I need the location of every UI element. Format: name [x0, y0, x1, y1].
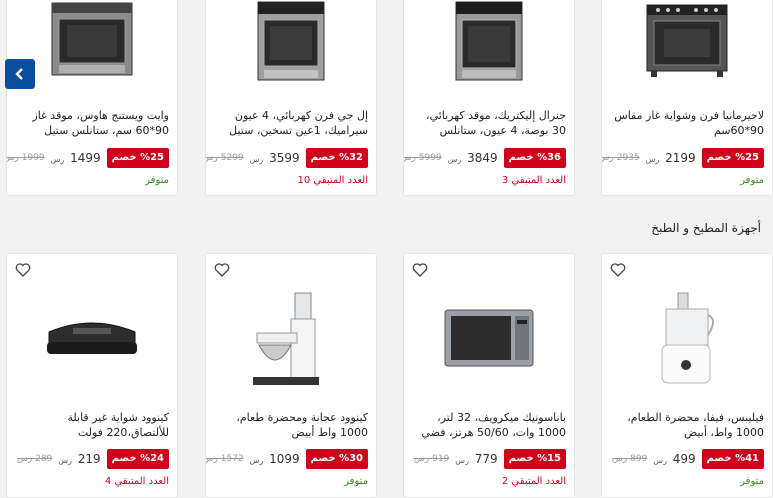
current-price: 499 رس — [653, 452, 696, 466]
discount-badge: %32 خصم — [305, 148, 368, 168]
food-processor-icon — [661, 292, 714, 384]
stand-mixer-icon — [253, 292, 319, 385]
old-price: 919 رس — [413, 454, 450, 464]
discount-badge: %25 خصم — [106, 148, 169, 168]
product-image[interactable] — [404, 1, 574, 81]
product-title[interactable]: كينوود شواية غير قابلة للألتصاق،220 فولت — [15, 410, 169, 442]
product-image[interactable] — [404, 284, 574, 394]
old-price: 1999 رس — [7, 153, 45, 163]
discount-badge: %41 خصم — [701, 449, 764, 469]
old-price: 5999 رس — [404, 153, 442, 163]
product-row-kitchen: فيليبس، فيفا، محضرة الطعام، 1000 واط، أب… — [0, 250, 773, 498]
discount-badge: %25 خصم — [701, 148, 764, 168]
discount-badge: %24 خصم — [106, 449, 169, 469]
ceramic-range-icon — [257, 1, 325, 81]
product-image[interactable] — [602, 284, 772, 394]
current-price: 779 رس — [455, 452, 498, 466]
product-title[interactable]: فيليبس، فيفا، محضرة الطعام، 1000 واط، أب… — [610, 410, 764, 442]
price-row: %36 خصم 3849 رس 5999 رس — [404, 147, 566, 169]
product-card[interactable]: وايت ويستنج هاوس، موقد غاز 90*60 سم، ستا… — [6, 0, 178, 196]
discount-badge: %15 خصم — [503, 449, 566, 469]
gas-range-icon — [646, 4, 728, 77]
price-row: %30 خصم 1099 رس 1572 رس — [206, 448, 368, 470]
product-title[interactable]: وايت ويستنج هاوس، موقد غاز 90*60 سم، ستا… — [15, 108, 169, 140]
stock-status: متوفر — [145, 175, 169, 186]
product-card[interactable]: إل جي فرن كهربائي، 4 عيون سيراميك، 1عين … — [205, 0, 377, 196]
current-price: 219 رس — [58, 452, 101, 466]
microwave-icon — [444, 309, 534, 367]
product-title[interactable]: باناسونيك ميكرويف، 32 لتر، 1000 وات، 50/… — [412, 410, 567, 442]
product-card[interactable]: باناسونيك ميكرويف، 32 لتر، 1000 وات، 50/… — [403, 253, 575, 498]
remaining-count: العدد المتبقي 2 — [501, 476, 566, 487]
product-card[interactable]: فيليبس، فيفا، محضرة الطعام، 1000 واط، أب… — [601, 253, 773, 498]
discount-badge: %30 خصم — [305, 449, 368, 469]
stock-status: متوفر — [740, 175, 764, 186]
electric-range-icon — [455, 1, 523, 81]
carousel-prev-button[interactable] — [5, 59, 35, 89]
price-row: %32 خصم 3599 رس 5299 رس — [206, 147, 368, 169]
price-row: %41 خصم 499 رس 899 رس — [610, 448, 764, 470]
current-price: 1099 رس — [249, 452, 300, 466]
product-card[interactable]: كينوود شواية غير قابلة للألتصاق،220 فولت… — [6, 253, 178, 498]
heart-icon[interactable] — [610, 262, 626, 278]
product-image[interactable] — [206, 284, 376, 394]
current-price: 2199 رس — [645, 151, 696, 165]
old-price: 5299 رس — [206, 153, 244, 163]
product-row-ovens: لاجيرمانيا فرن وشواية غاز مقاس 90*60سم %… — [0, 0, 773, 200]
product-title[interactable]: إل جي فرن كهربائي، 4 عيون سيراميك، 1عين … — [214, 108, 368, 140]
price-row: %25 خصم 1499 رس 1999 رس — [7, 147, 169, 169]
heart-icon[interactable] — [412, 262, 428, 278]
discount-badge: %36 خصم — [503, 148, 566, 168]
gas-stove-icon — [51, 2, 133, 76]
electric-grill-icon — [47, 322, 137, 354]
chevron-left-icon — [15, 68, 23, 80]
remaining-count: العدد المتبقي 4 — [104, 476, 169, 487]
price-row: %25 خصم 2199 رس 2935 رس — [602, 147, 764, 169]
product-card[interactable]: كينوود عجانة ومحضرة طعام، 1000 واط أبيض … — [205, 253, 377, 498]
product-image[interactable] — [7, 284, 177, 394]
remaining-count: العدد المتبقي 3 — [501, 175, 566, 186]
price-row: %24 خصم 219 رس 289 رس — [15, 448, 169, 470]
product-title[interactable]: كينوود عجانة ومحضرة طعام، 1000 واط أبيض — [214, 410, 368, 442]
product-title[interactable]: جنرال إليكتريك، موقد كهربائي، 30 بوصة، 4… — [412, 108, 566, 140]
old-price: 2935 رس — [602, 153, 640, 163]
current-price: 3599 رس — [249, 151, 300, 165]
heart-icon[interactable] — [15, 262, 31, 278]
product-card[interactable]: جنرال إليكتريك، موقد كهربائي، 30 بوصة، 4… — [403, 0, 575, 196]
stock-status: متوفر — [344, 476, 368, 487]
remaining-count: العدد المتبقي 10 — [297, 175, 368, 186]
old-price: 289 رس — [16, 454, 53, 464]
product-card[interactable]: لاجيرمانيا فرن وشواية غاز مقاس 90*60سم %… — [601, 0, 773, 196]
product-title[interactable]: لاجيرمانيا فرن وشواية غاز مقاس 90*60سم — [610, 108, 764, 140]
product-image[interactable] — [206, 1, 376, 81]
heart-icon[interactable] — [214, 262, 230, 278]
price-row: %15 خصم 779 رس 919 رس — [412, 448, 566, 470]
current-price: 1499 رس — [50, 151, 101, 165]
current-price: 3849 رس — [447, 151, 498, 165]
product-image[interactable] — [602, 1, 772, 81]
old-price: 899 رس — [611, 454, 648, 464]
old-price: 1572 رس — [206, 454, 244, 464]
section-title: أجهزة المطبخ و الطبخ — [651, 221, 761, 235]
stock-status: متوفر — [740, 476, 764, 487]
